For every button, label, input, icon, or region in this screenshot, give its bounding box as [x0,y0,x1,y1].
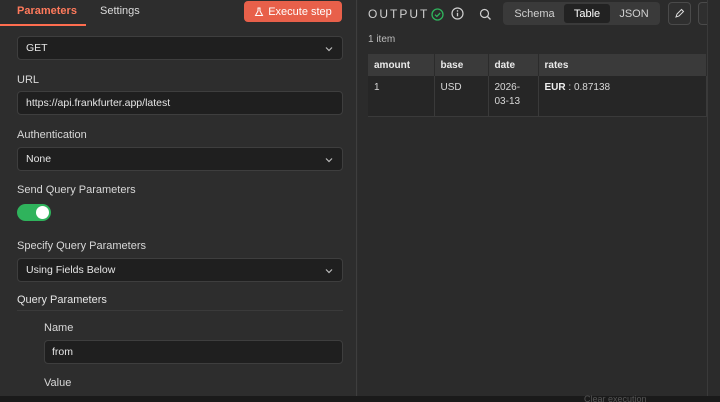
clear-execution-ghost: Clear execution [584,394,647,402]
table-header-row: amount base date rates [368,54,707,76]
more-options-button[interactable] [698,2,707,25]
cell-date-line1: 2026- [494,82,521,93]
section-divider [17,310,343,311]
chevron-down-icon [325,158,333,163]
flask-icon [254,7,264,16]
cell-rates: EUR : 0.87138 [538,76,707,117]
url-input[interactable]: https://api.frankfurter.app/latest [17,91,343,115]
send-query-toggle[interactable] [17,204,51,221]
view-table-button[interactable]: Table [564,4,610,23]
pencil-icon [675,8,685,18]
success-check-icon [431,8,444,21]
method-value: GET [26,42,48,54]
param-name-input[interactable]: from [44,340,343,364]
cell-amount: 1 [368,76,435,117]
specify-query-label: Specify Query Parameters [17,240,146,252]
search-icon[interactable] [479,8,492,21]
specify-query-value: Using Fields Below [26,264,116,276]
method-select[interactable]: GET [17,36,343,60]
send-query-label: Send Query Parameters [17,184,136,196]
item-count: 1 item [368,34,396,45]
param-value-label: Value [44,377,72,389]
view-schema-button[interactable]: Schema [507,4,562,23]
rates-key: EUR [544,82,566,93]
column-header-base: base [434,54,489,76]
active-tab-indicator [0,24,86,26]
view-switcher: Schema Table JSON [503,2,660,25]
table-row: 1 USD 2026- 03-13 EUR : 0.87138 [368,76,707,117]
query-parameters-title: Query Parameters [17,294,107,306]
output-panel: OUTPUT Schema Table JSON 1 item amount b… [358,0,707,396]
chevron-down-icon [325,47,333,52]
info-icon[interactable] [451,7,464,20]
specify-query-select[interactable]: Using Fields Below [17,258,343,282]
rates-value: 0.87138 [573,82,611,93]
view-json-button[interactable]: JSON [612,4,656,23]
cell-date: 2026- 03-13 [488,76,539,117]
column-header-rates: rates [538,54,707,76]
tab-parameters[interactable]: Parameters [17,5,77,17]
authentication-label: Authentication [17,129,87,141]
rates-separator: : [565,82,574,93]
footer-strip: Clear execution [0,394,720,402]
param-name-value: from [52,346,73,358]
panel-tabs: Parameters Settings Execute step [0,0,357,26]
tab-settings[interactable]: Settings [100,5,140,17]
node-editor-window: Parameters Settings Execute step GET URL… [0,0,708,396]
cell-base: USD [434,76,489,117]
execute-step-label: Execute step [268,5,332,18]
column-header-amount: amount [368,54,435,76]
toggle-knob [36,206,49,219]
execute-step-button[interactable]: Execute step [244,1,342,22]
cell-date-line2: 03-13 [494,96,521,107]
parameters-panel: Parameters Settings Execute step GET URL… [0,0,357,396]
output-table: amount base date rates 1 USD 2026- 03-13… [368,54,707,117]
authentication-select[interactable]: None [17,147,343,171]
authentication-value: None [26,153,52,165]
url-value: https://api.frankfurter.app/latest [26,97,171,109]
chevron-down-icon [325,269,333,274]
url-label: URL [17,74,40,86]
edit-output-button[interactable] [668,2,691,25]
output-title: OUTPUT [368,7,430,21]
column-header-date: date [488,54,539,76]
param-name-label: Name [44,322,74,334]
